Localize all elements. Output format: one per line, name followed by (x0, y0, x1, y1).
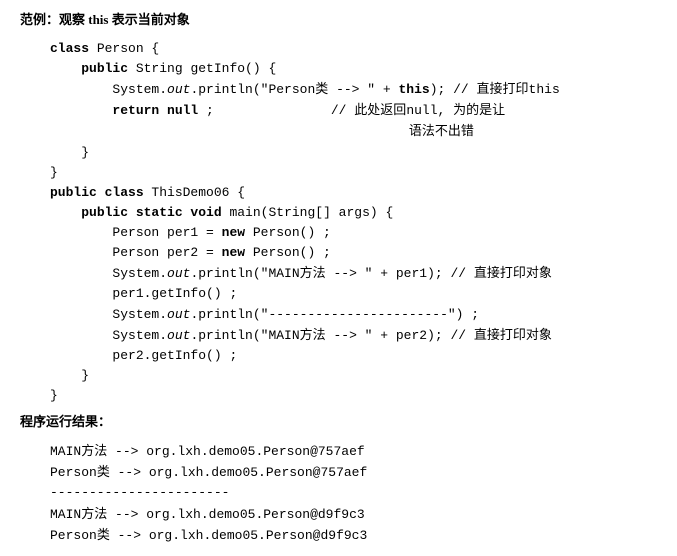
comment-cn: 为的是让 (453, 102, 505, 117)
keyword-new: new (222, 225, 245, 240)
code-text: .println("-----------------------") ; (190, 307, 479, 322)
code-text: ); // (430, 82, 477, 97)
code-text: System. (112, 82, 167, 97)
field-out: out (167, 266, 190, 281)
comment-cn: 直接打印对象 (474, 327, 552, 342)
output-text-cn: 类 (97, 464, 110, 479)
code-text-cn: 方法 (300, 265, 326, 280)
keyword-this: this (399, 82, 430, 97)
code-block: class Person { public String getInfo() {… (20, 39, 657, 407)
keyword-return: return null (112, 103, 198, 118)
output-text: MAIN (50, 507, 81, 522)
code-text-cn: 类 (315, 81, 328, 96)
output-title: 程序运行结果： (20, 412, 657, 433)
code-text: } (50, 388, 58, 403)
output-text-cn: 方法 (81, 506, 107, 521)
output-text-cn: 方法 (81, 443, 107, 458)
keyword-class: class (50, 41, 89, 56)
output-block: MAIN方法 --> org.lxh.demo05.Person@757aef … (20, 441, 657, 546)
code-text: Person() ; (245, 245, 331, 260)
code-text: null, (406, 103, 453, 118)
code-text: --> " + (328, 82, 398, 97)
code-text: ThisDemo06 { (144, 185, 245, 200)
code-text-cn: 方法 (300, 327, 326, 342)
field-out: out (167, 307, 190, 322)
code-text: System. (112, 328, 167, 343)
code-text: // (214, 103, 354, 118)
field-out: out (167, 328, 190, 343)
output-text: Person (50, 528, 97, 543)
code-text: --> " + per1); // (326, 266, 474, 281)
code-text: System. (112, 266, 167, 281)
code-text: } (81, 368, 89, 383)
output-text: ----------------------- (50, 485, 229, 500)
code-text: Person() ; (245, 225, 331, 240)
output-text: Person (50, 465, 97, 480)
comment-cn: 语法不出错 (409, 123, 474, 138)
code-text: Person per2 = (112, 245, 221, 260)
code-text: per2.getInfo() ; (112, 348, 237, 363)
code-text: this (529, 82, 560, 97)
keyword-public-static-void: public static void (81, 205, 221, 220)
code-text: Person { (89, 41, 159, 56)
code-text: } (81, 145, 89, 160)
code-text: .println("MAIN (190, 266, 299, 281)
code-text: --> " + per2); // (326, 328, 474, 343)
code-text: System. (112, 307, 167, 322)
code-text: .println("Person (190, 82, 315, 97)
comment-cn: 此处返回 (354, 102, 406, 117)
code-text: per1.getInfo() ; (112, 286, 237, 301)
code-text: ; (198, 103, 214, 118)
output-text: --> org.lxh.demo05.Person@d9f9c3 (107, 507, 364, 522)
example-title: 范例：观察 this 表示当前对象 (20, 10, 657, 31)
field-out: out (167, 82, 190, 97)
code-text: Person per1 = (112, 225, 221, 240)
output-text: --> org.lxh.demo05.Person@d9f9c3 (110, 528, 367, 543)
comment-cn: 直接打印 (477, 81, 529, 96)
output-text: MAIN (50, 444, 81, 459)
keyword-public-class: public class (50, 185, 144, 200)
output-text: --> org.lxh.demo05.Person@757aef (110, 465, 367, 480)
keyword-new: new (222, 245, 245, 260)
output-text-cn: 类 (97, 527, 110, 542)
comment-cn: 直接打印对象 (474, 265, 552, 280)
keyword-public: public (81, 61, 128, 76)
output-text: --> org.lxh.demo05.Person@757aef (107, 444, 364, 459)
code-text: main(String[] args) { (222, 205, 394, 220)
code-text: String getInfo() { (128, 61, 276, 76)
code-text: } (50, 165, 58, 180)
code-text: .println("MAIN (190, 328, 299, 343)
